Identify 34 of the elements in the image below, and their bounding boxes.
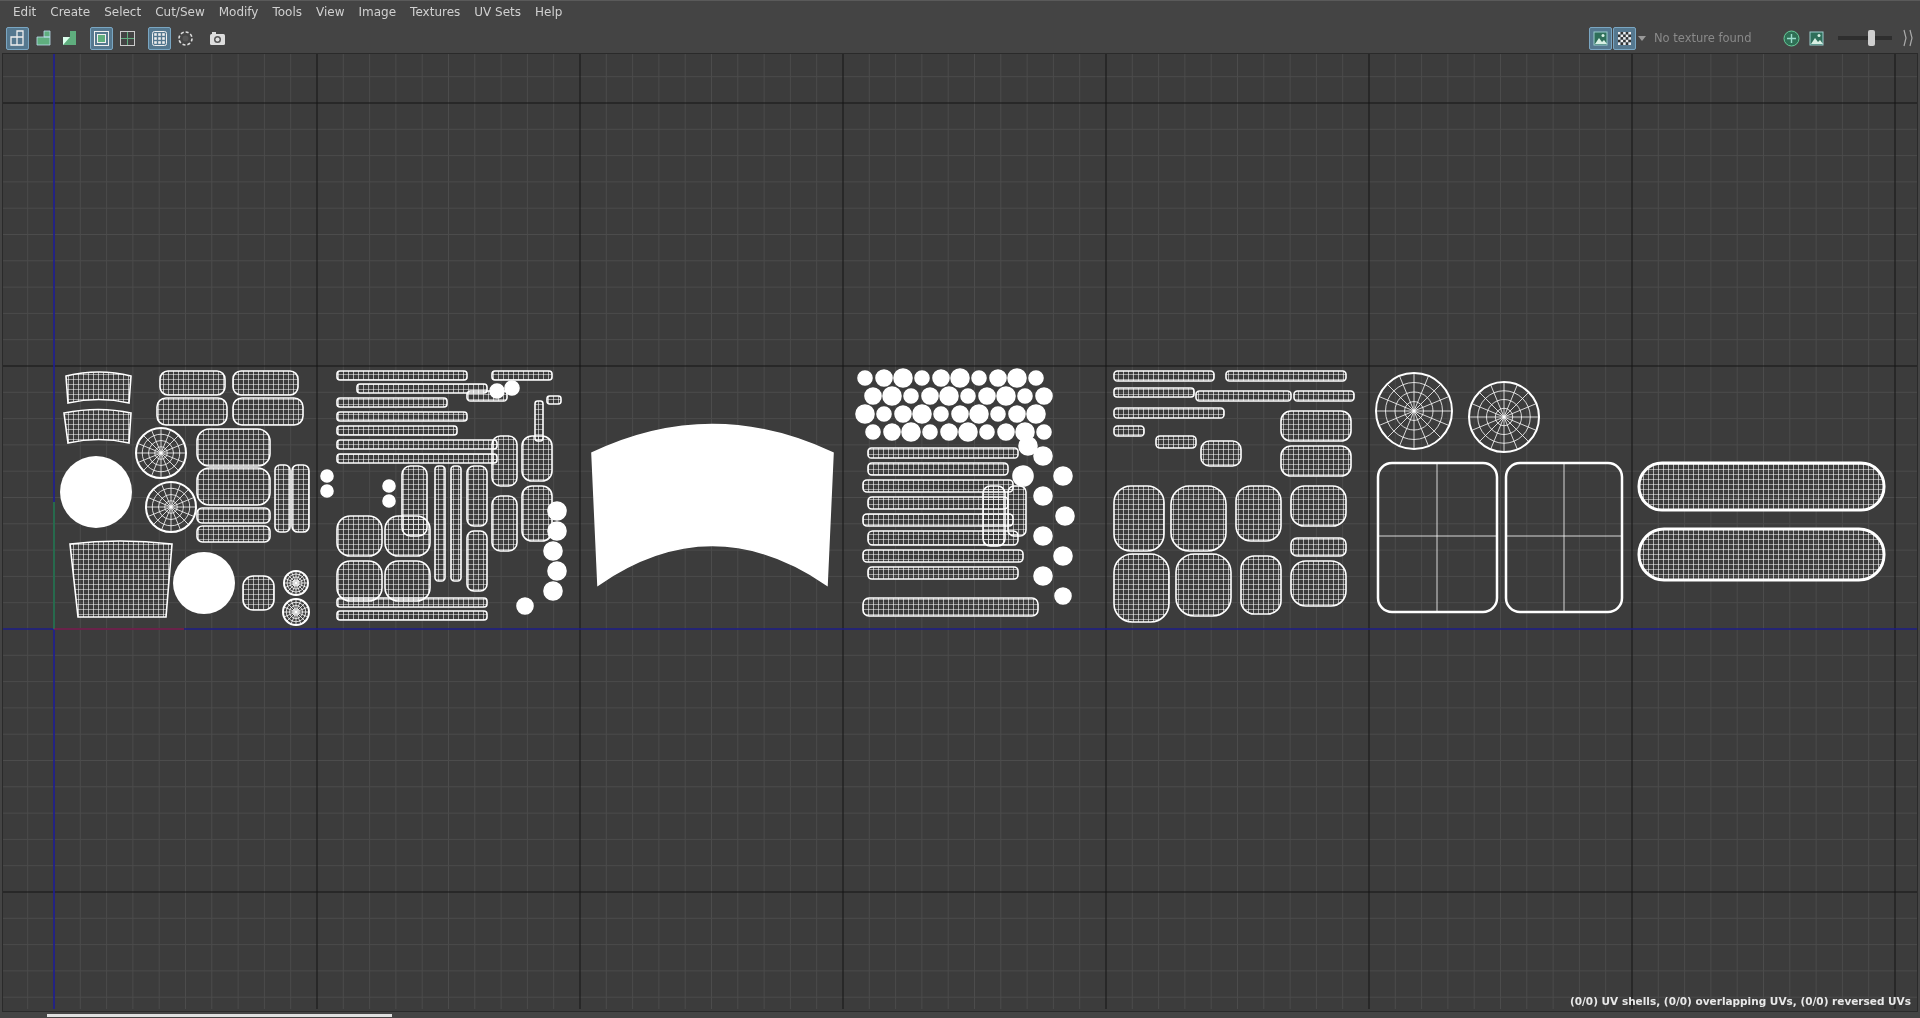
image-icon [1593, 30, 1608, 46]
toolbar-button[interactable] [1589, 26, 1612, 50]
toolbar-button[interactable] [90, 26, 113, 50]
menu-item[interactable]: Create [43, 5, 98, 19]
framed-square-icon [93, 29, 110, 47]
squares-icon [9, 29, 26, 47]
menu-item[interactable]: Cut/Sew [148, 5, 212, 19]
framed-square-icon [119, 29, 136, 47]
squares-icon [61, 29, 78, 47]
slider-thumb[interactable] [1867, 30, 1875, 46]
checker-icon [1617, 30, 1632, 46]
menu-item[interactable]: Select [97, 5, 149, 19]
camera-icon [209, 30, 226, 46]
uv-canvas[interactable]: (0/0) UV shells, (0/0) overlapping UVs, (0/0) reversed UVs [2, 53, 1918, 1012]
toolbar-button[interactable] [1613, 26, 1636, 50]
double-bar-icon[interactable] [1902, 29, 1914, 47]
menu-item[interactable]: Edit [6, 5, 44, 19]
menu-item[interactable]: UV Sets [467, 5, 529, 19]
grid-icon [151, 29, 168, 47]
scroll-thumb[interactable] [47, 1013, 392, 1017]
menu-item[interactable]: View [309, 5, 352, 19]
texture-name: No texture found [1653, 31, 1753, 45]
menu-item[interactable]: Textures [403, 5, 468, 19]
toolbar-button[interactable] [148, 26, 171, 50]
squares-icon [35, 29, 52, 47]
dropdown-caret-icon[interactable] [1638, 35, 1646, 41]
menu-item[interactable]: Image [351, 5, 404, 19]
dashed-circle-icon [177, 29, 194, 47]
toolbar-button[interactable] [6, 26, 29, 50]
menu-item[interactable]: Help [528, 5, 570, 19]
image-icon [1809, 30, 1824, 46]
menu-item[interactable]: Tools [265, 5, 310, 19]
menu-item[interactable]: Modify [211, 5, 266, 19]
status-text: (0/0) UV shells, (0/0) overlapping UVs, (0/0) reversed UVs [1569, 995, 1911, 1007]
